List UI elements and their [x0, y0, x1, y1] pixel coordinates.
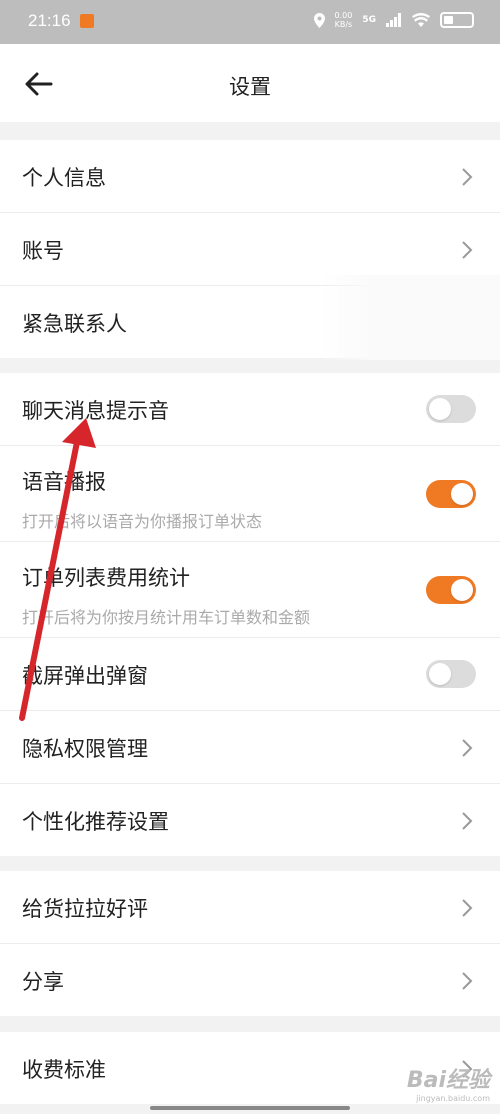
watermark-brand: Bai经验: [406, 1068, 490, 1093]
annotation-arrow-icon: [19, 418, 96, 721]
watermark-logo: Bai经验 jingyan.baidu.com: [407, 1062, 490, 1103]
watermark-url: jingyan.baidu.com: [416, 1094, 490, 1103]
home-indicator[interactable]: [150, 1106, 350, 1110]
